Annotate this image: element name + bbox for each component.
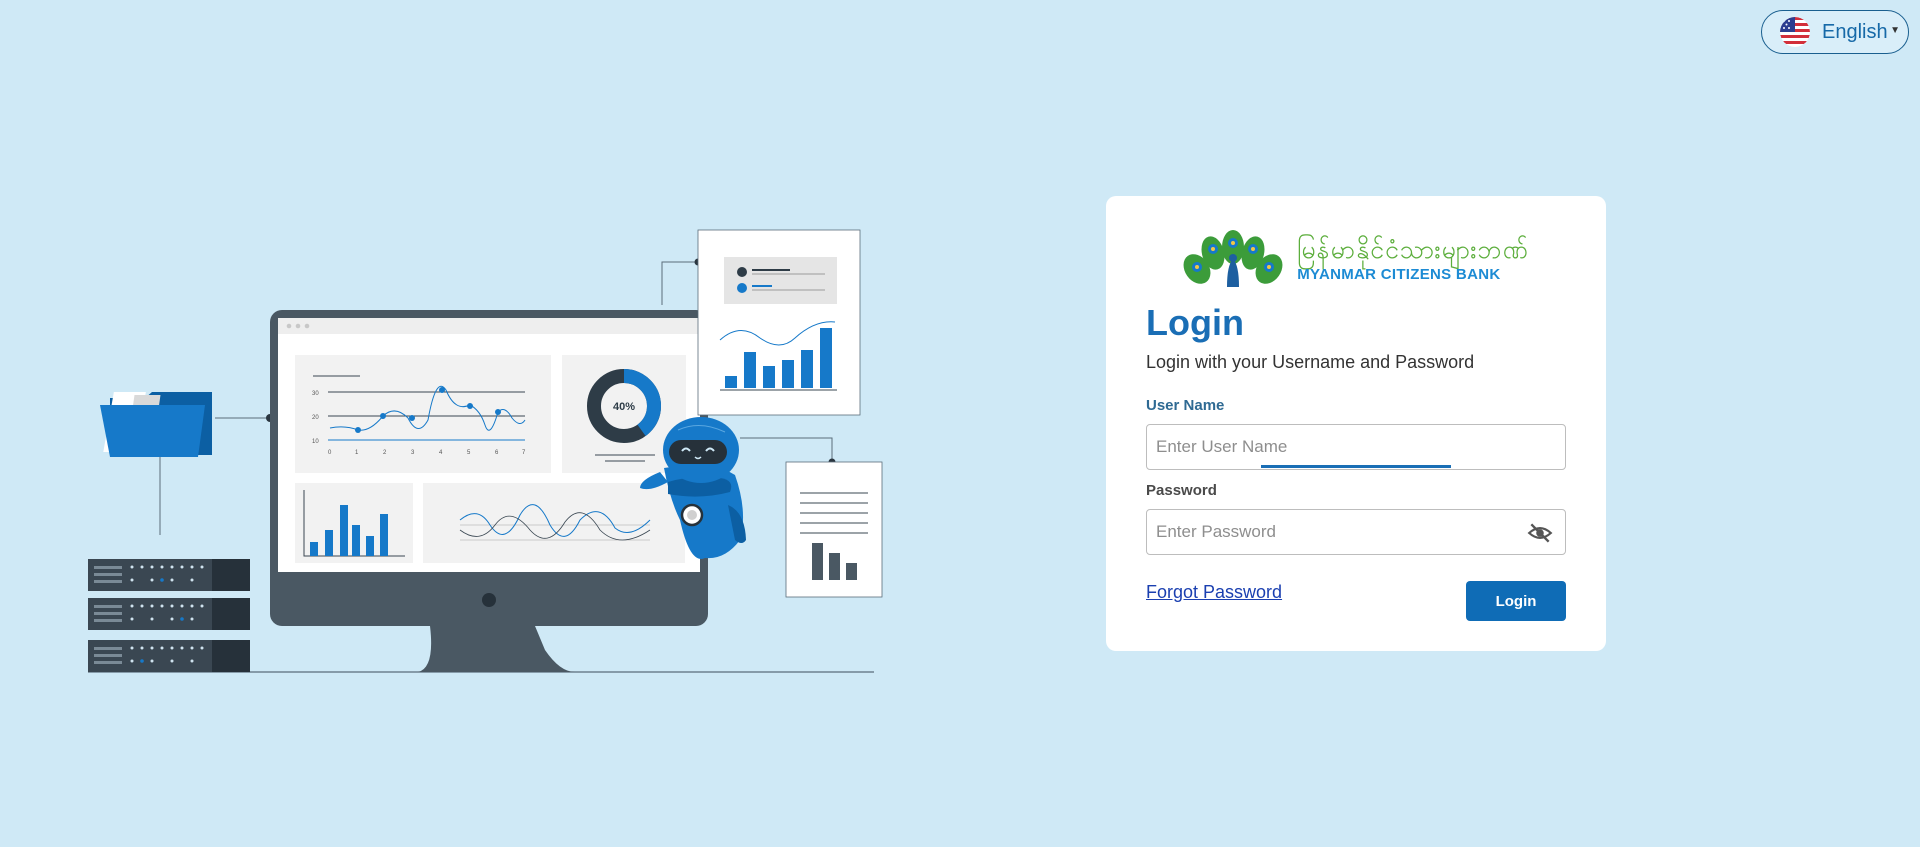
forgot-password-link[interactable]: Forgot Password xyxy=(1146,582,1282,603)
login-title: Login xyxy=(1146,302,1244,343)
login-button[interactable]: Login xyxy=(1466,581,1566,621)
focus-underline xyxy=(1261,465,1451,468)
y-tick: 20 xyxy=(312,415,319,421)
dashboard-illustration: 30 20 10 0 1 2 3 4 5 6 7 40% xyxy=(88,229,883,673)
login-subtitle: Login with your Username and Password xyxy=(1146,352,1475,372)
text-document-icon xyxy=(785,461,883,598)
password-input[interactable] xyxy=(1147,510,1565,554)
donut-label: 40% xyxy=(613,401,635,413)
monitor-icon: 30 20 10 0 1 2 3 4 5 6 7 40% xyxy=(270,310,708,672)
y-tick: 10 xyxy=(312,439,319,445)
logo-myanmar-text: မြန်မာနိုင်ငံသားများဘဏ် xyxy=(1297,234,1529,264)
password-field-wrapper xyxy=(1146,509,1566,555)
folder-icon xyxy=(100,392,212,457)
peacock-logo-icon xyxy=(1183,230,1283,287)
us-flag-icon xyxy=(1780,17,1810,47)
server-rack-icon xyxy=(88,559,250,672)
y-tick: 30 xyxy=(312,391,319,397)
bank-logo: မြန်မာနိုင်ငံသားများဘဏ် MYANMAR CITIZENS… xyxy=(1146,224,1566,294)
username-input[interactable] xyxy=(1147,425,1565,469)
username-field-wrapper xyxy=(1146,424,1566,470)
password-label: Password xyxy=(1146,482,1217,499)
chevron-down-icon: ▼ xyxy=(1890,25,1900,36)
language-selector[interactable]: English ▼ xyxy=(1761,10,1909,54)
report-document-icon xyxy=(697,229,861,416)
language-label: English xyxy=(1822,20,1888,43)
username-label: User Name xyxy=(1146,397,1225,414)
login-card: မြန်မာနိုင်ငံသားများဘဏ် MYANMAR CITIZENS… xyxy=(1106,196,1606,651)
eye-off-icon[interactable] xyxy=(1527,520,1553,546)
logo-english-text: MYANMAR CITIZENS BANK xyxy=(1297,265,1501,283)
